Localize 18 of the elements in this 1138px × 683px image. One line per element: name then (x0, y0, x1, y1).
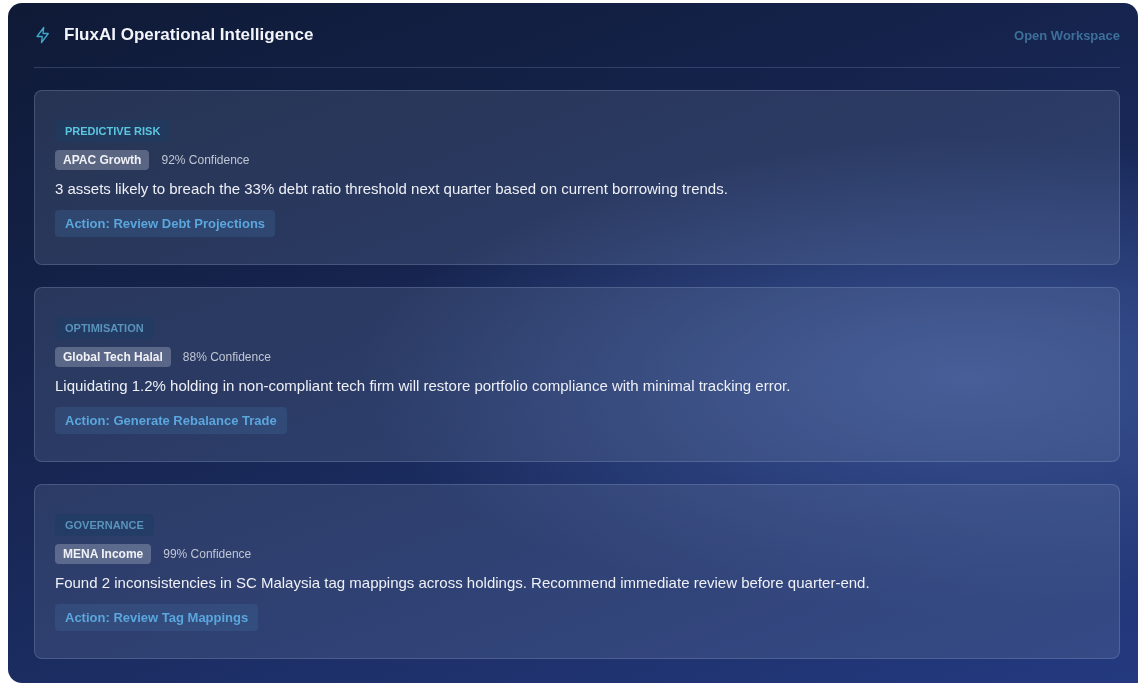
category-tag: GOVERNANCE (55, 514, 154, 536)
action-button[interactable]: Action: Review Tag Mappings (55, 604, 259, 631)
confidence-label: 88% Confidence (182, 350, 271, 364)
action-button[interactable]: Action: Review Debt Projections (55, 210, 276, 237)
fund-tag: MENA Income (55, 544, 152, 564)
panel-title: FluxAI Operational Intelligence (64, 25, 315, 45)
lightning-icon (34, 26, 52, 44)
insight-message: Liquidating 1.2% holding in non-compliant tech firm will restore portfolio compliance with minimal tracking error. (55, 377, 791, 394)
insight-message: Found 2 inconsistencies in SC Malaysia tag mappings across holdings. Recommend immediate review before quarter-end. (55, 574, 870, 591)
confidence-label: 99% Confidence (163, 547, 252, 561)
action-button[interactable]: Action: Generate Rebalance Trade (55, 407, 287, 434)
confidence-label: 92% Confidence (161, 153, 250, 167)
open-workspace-link[interactable]: Open Workspace (1014, 27, 1120, 43)
category-tag: OPTIMISATION (55, 317, 154, 339)
fund-tag: APAC Growth (55, 150, 150, 170)
insight-message: 3 assets likely to breach the 33% debt ratio threshold next quarter based on current borrowing trends. (55, 180, 728, 197)
fund-tag: Global Tech Halal (55, 347, 171, 367)
category-tag: PREDICTIVE RISK (55, 120, 171, 142)
